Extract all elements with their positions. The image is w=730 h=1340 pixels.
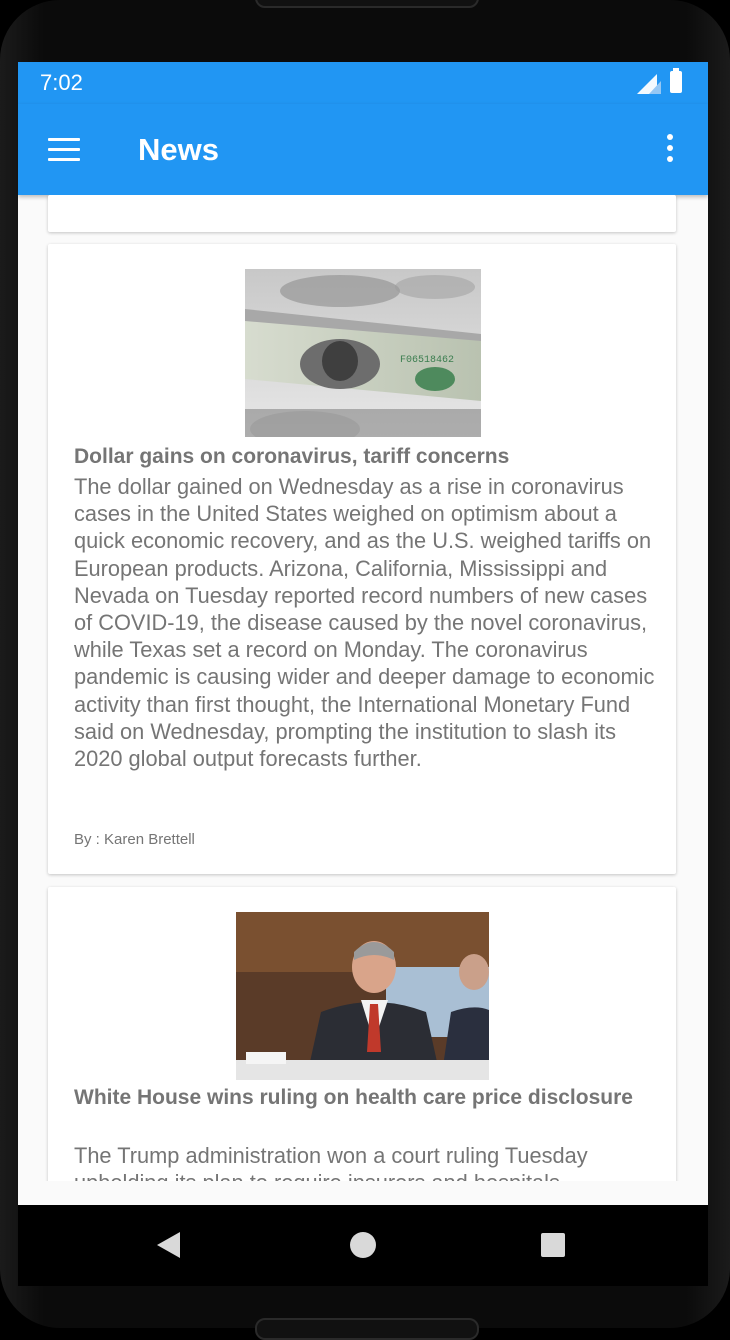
phone-frame: 7:02 News F06518462 Dollar gains on coro… [0,0,730,1340]
article-body: The Trump administration won a court rul… [74,1143,588,1181]
page-title: News [138,132,219,167]
battery-icon [670,68,682,93]
article-image-white-house [236,912,489,1080]
overflow-menu-icon[interactable] [664,134,676,166]
signal-icon [637,74,661,94]
home-icon[interactable] [350,1232,376,1258]
top-speaker [255,0,479,8]
system-nav-bar [18,1205,708,1286]
article-body: The dollar gained on Wednesday as a rise… [74,474,655,772]
svg-text:F06518462: F06518462 [400,355,454,366]
recent-apps-icon[interactable] [541,1233,565,1257]
article-author: By : Karen Brettell [74,831,195,848]
article-title: Dollar gains on coronavirus, tariff conc… [74,445,510,468]
status-time: 7:02 [40,70,83,95]
article-image-dollar: F06518462 [245,269,481,437]
news-card[interactable]: F06518462 Dollar gains on coronavirus, t… [48,244,676,874]
app-bar: News [18,104,708,195]
news-card[interactable]: White House wins ruling on health care p… [48,887,676,1181]
hamburger-menu-icon[interactable] [48,138,80,162]
back-icon[interactable] [157,1232,180,1258]
bottom-speaker [255,1318,479,1340]
status-bar: 7:02 [18,62,708,104]
news-card-partial[interactable] [48,195,676,232]
article-title: White House wins ruling on health care p… [74,1086,633,1109]
news-list[interactable]: F06518462 Dollar gains on coronavirus, t… [18,195,708,1181]
screen: 7:02 News F06518462 Dollar gains on coro… [18,62,708,1286]
